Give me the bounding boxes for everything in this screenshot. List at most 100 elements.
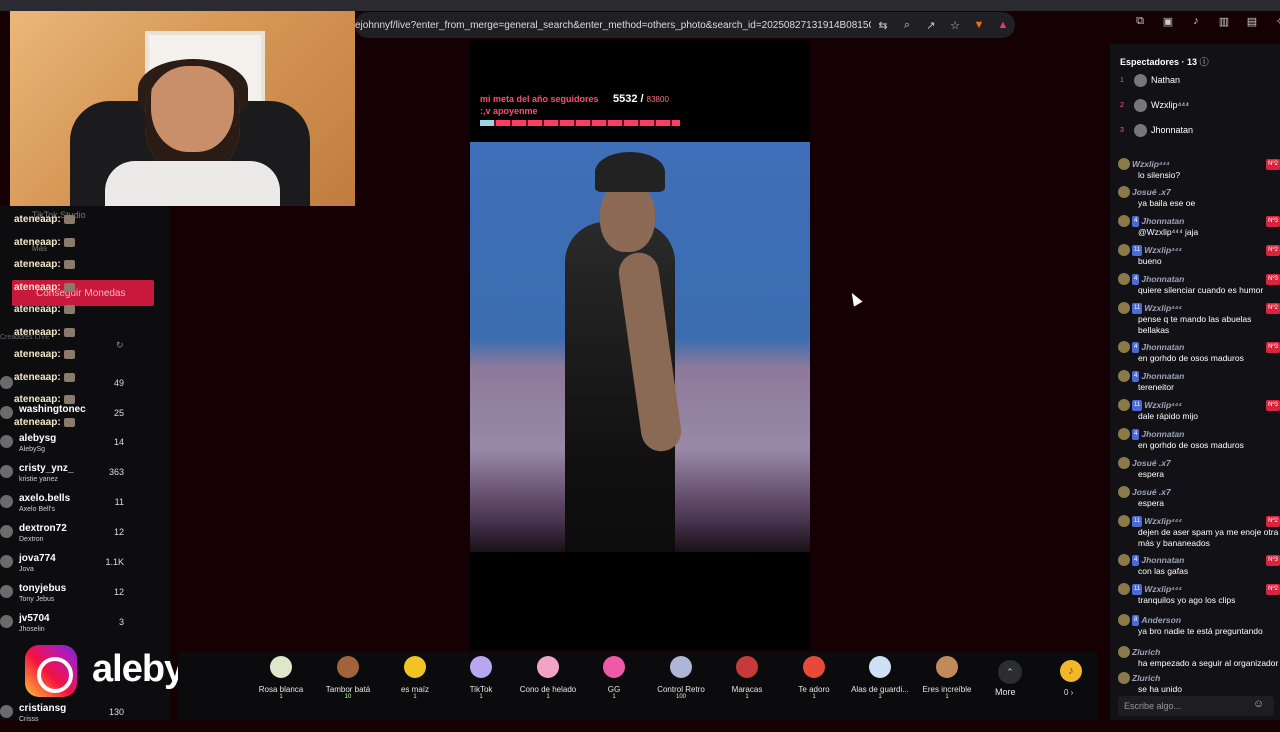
address-bar[interactable]: ejohnnyf/live?enter_from_merge=general_s… (355, 12, 1015, 38)
top-viewer[interactable]: 3 Jhonnatan (1120, 121, 1193, 139)
refresh-icon[interactable]: ↻ (116, 340, 124, 351)
chat-username[interactable]: Wzxlip⁴⁴⁴ (1144, 584, 1182, 595)
gift-item[interactable]: Alas de guardi... 1 (847, 656, 913, 700)
gift-item[interactable]: Control Retro 100 (648, 656, 714, 700)
coin-balance[interactable]: 0 › (1064, 688, 1073, 697)
wallet-icon[interactable]: ▣ (1161, 14, 1175, 28)
emoji-icon[interactable]: ☺ (1253, 698, 1264, 710)
chat-username[interactable]: Wzxlip⁴⁴⁴ (1132, 159, 1170, 170)
translate-icon[interactable]: ⇆ (876, 18, 890, 32)
chat-user: ateneaap: (14, 304, 61, 315)
gift-item[interactable]: Maracas 1 (714, 656, 780, 700)
downloads-icon[interactable]: ▤ (1245, 14, 1259, 28)
creator-row[interactable]: 49 (0, 373, 170, 403)
extensions-icon[interactable]: ⧉ (1133, 14, 1147, 28)
creator-row[interactable]: washingtonec 25 (0, 403, 170, 433)
creator-count: 11 (114, 497, 124, 507)
chat-username[interactable]: Wzxlip⁴⁴⁴ (1144, 400, 1182, 411)
chat-header: 11 Wzxlip⁴⁴⁴ Nº3 (1118, 399, 1280, 411)
creator-row[interactable]: alebysg AlebySg 14 (0, 432, 170, 462)
gift-icon (270, 656, 292, 678)
creator-row[interactable]: dextron72 Dextron 12 (0, 522, 170, 552)
chat-username[interactable]: Josué .x7 (1132, 187, 1171, 198)
url-text[interactable]: ejohnnyf/live?enter_from_merge=general_s… (355, 20, 871, 31)
coin-icon[interactable]: ♪ (1060, 660, 1082, 682)
chat-username[interactable]: Jhonnatan (1141, 342, 1184, 353)
top-viewer[interactable]: 2 Wzxlip⁴⁴⁴ (1120, 96, 1189, 114)
gift-item[interactable]: Eres increíble 1 (914, 656, 980, 700)
mouse-cursor (847, 290, 863, 307)
creator-count: 3 (118, 617, 124, 627)
sidebar-icon[interactable]: ▥ (1217, 14, 1231, 28)
more-gifts-button[interactable]: ⌃ (998, 660, 1022, 684)
avatar (1134, 73, 1147, 87)
gift-price: 1 (413, 694, 417, 700)
avatar (1134, 123, 1147, 137)
chat-username[interactable]: Josué .x7 (1132, 458, 1171, 469)
avatar (0, 495, 13, 508)
chat-text: espera (1138, 469, 1164, 479)
brave-shield-icon[interactable]: ▼ (972, 18, 986, 32)
gift-item[interactable]: GG 1 (581, 656, 647, 700)
chat-username[interactable]: Zlurich (1132, 647, 1160, 658)
zoom-icon[interactable]: ⌕ (900, 18, 914, 32)
goal-current: 5532 (613, 93, 638, 105)
gift-item[interactable]: es maíz 1 (382, 656, 448, 700)
chat-username[interactable]: Zlurich (1132, 673, 1160, 684)
gift-price: 1 (612, 694, 616, 700)
gift-icon (63, 214, 75, 224)
gift-item[interactable]: TikTok 1 (448, 656, 514, 700)
bookmark-icon[interactable]: ☆ (948, 18, 962, 32)
chat-username[interactable]: Jhonnatan (1141, 555, 1184, 566)
level-badge: 4 (1132, 370, 1140, 382)
chat-username[interactable]: Wzxlip⁴⁴⁴ (1144, 245, 1182, 256)
chat-message: 11 Wzxlip⁴⁴⁴ Nº2 bueno (1118, 244, 1280, 267)
chat-username[interactable]: Jhonnatan (1141, 274, 1184, 285)
chat-text: pense q te mando las abuelas bellakas (1138, 314, 1252, 335)
info-icon[interactable]: ⓘ (1200, 57, 1209, 67)
chat-username[interactable]: Jhonnatan (1141, 371, 1184, 382)
creator-row[interactable]: tonyjebus Tony Jebus 12 (0, 582, 170, 612)
rank-badge: Nº2 (1266, 244, 1280, 256)
chat-input[interactable]: Escribe algo... (1118, 696, 1274, 716)
gift-item[interactable]: Te adoro 1 (781, 656, 847, 700)
chat-username[interactable]: Jhonnatan (1141, 429, 1184, 440)
level-badge: 4 (1132, 341, 1140, 353)
avatar (1118, 646, 1130, 658)
rewards-icon[interactable]: ▲ (996, 18, 1010, 32)
chat-user: ateneaap: (14, 214, 61, 225)
chat-text: lo silensio? (1138, 170, 1181, 180)
viewer-rank: 2 (1120, 101, 1124, 109)
creator-row[interactable]: jova774 Jova 1.1K (0, 552, 170, 582)
top-viewer[interactable]: 1 Nathan (1120, 71, 1180, 89)
avatar (0, 555, 13, 568)
music-icon[interactable]: ♪ (1189, 14, 1203, 28)
gift-item[interactable]: Tambor batá 10 (315, 656, 381, 700)
ai-icon[interactable]: ✧ (1273, 14, 1280, 28)
more-gifts-label[interactable]: More (995, 687, 1016, 697)
level-badge: 8 (1132, 614, 1140, 626)
creator-row[interactable]: cristy_ynz_ kristie yanez 363 (0, 462, 170, 492)
creator-subname: Jhoselin (19, 626, 45, 633)
gift-name: Rosa blanca (258, 685, 304, 694)
gift-item[interactable]: Rosa blanca 1 (248, 656, 314, 700)
rank-badge: Nº3 (1266, 554, 1280, 566)
chat-username[interactable]: Anderson (1141, 615, 1181, 626)
creator-row[interactable]: jv5704 Jhoselin 3 (0, 612, 170, 642)
creator-name: alebysg (19, 433, 57, 444)
chat-message: 4 Jhonnatan tereneitor (1118, 370, 1280, 393)
chat-username[interactable]: Wzxlip⁴⁴⁴ (1144, 303, 1182, 314)
chat-username[interactable]: Josué .x7 (1132, 487, 1171, 498)
level-badge: 11 (1132, 515, 1143, 527)
avatar (0, 705, 13, 718)
chat-username[interactable]: Wzxlip⁴⁴⁴ (1144, 516, 1182, 527)
avatar (1118, 515, 1130, 527)
share-icon[interactable]: ↗ (924, 18, 938, 32)
creator-row[interactable]: axelo.bells Axelo Bell's 11 (0, 492, 170, 522)
chat-username[interactable]: Jhonnatan (1141, 216, 1184, 227)
creator-row[interactable]: cristiansg Crisss 130 (0, 702, 170, 732)
gift-icon (803, 656, 825, 678)
chat-text: en gorhdo de osos maduros (1138, 440, 1244, 450)
gift-item[interactable]: Cono de helado 1 (515, 656, 581, 700)
chat-text: ya bro nadie te está preguntando (1138, 626, 1263, 636)
